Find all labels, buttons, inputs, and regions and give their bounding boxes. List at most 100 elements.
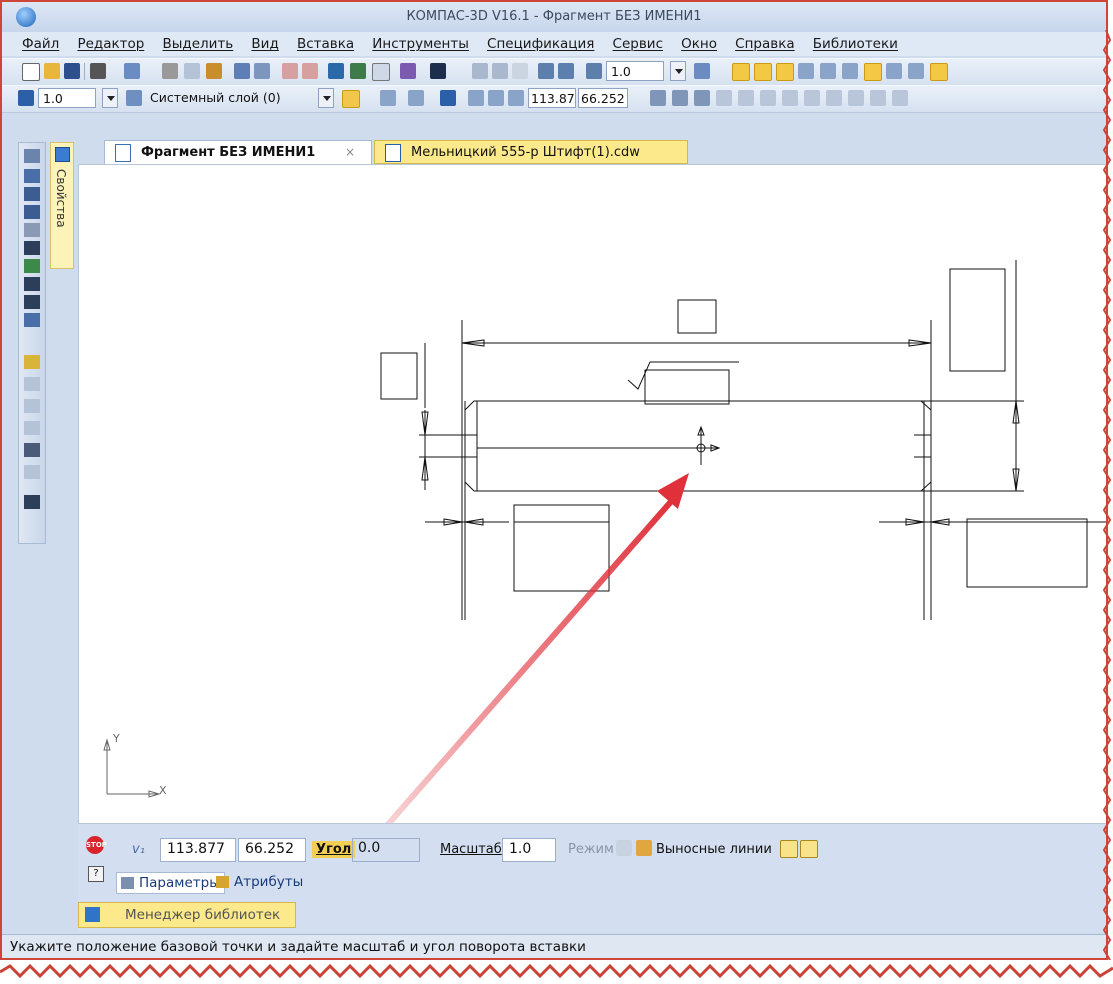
menu-view[interactable]: Вид [251, 32, 278, 52]
parallel-lines-icon[interactable] [782, 90, 798, 106]
menu-service[interactable]: Сервис [613, 32, 663, 52]
vertical-line-icon[interactable] [848, 90, 864, 106]
variables-icon[interactable] [400, 63, 416, 79]
zoom-dropdown-icon[interactable] [670, 61, 686, 81]
spec-tool-icon[interactable] [24, 295, 40, 309]
text-tool-icon[interactable] [24, 241, 40, 255]
format-brush-icon[interactable] [234, 63, 250, 79]
geometry-tool-icon[interactable] [24, 169, 40, 183]
bisector-icon[interactable] [760, 90, 776, 106]
snap-tangent-icon[interactable] [754, 63, 772, 81]
extra-line-icon[interactable] [892, 90, 908, 106]
snap-center-icon[interactable] [908, 63, 924, 79]
cut-icon[interactable] [162, 63, 178, 79]
manager-icon[interactable] [328, 63, 344, 79]
save-icon[interactable] [64, 63, 80, 79]
bind-icon[interactable] [488, 90, 504, 106]
snap-intersection-icon[interactable] [776, 63, 794, 81]
round-icon[interactable] [468, 90, 484, 106]
reflect-line-icon[interactable] [870, 90, 886, 106]
grid-icon[interactable] [408, 90, 424, 106]
tangent-line-icon[interactable] [738, 90, 754, 106]
tab-parameters[interactable]: Параметры [116, 872, 225, 894]
param-x-field[interactable]: 113.877 [160, 838, 236, 862]
height-dimension-icon[interactable] [24, 443, 40, 457]
chamfer-dimension-icon[interactable] [24, 495, 40, 509]
help-cursor-icon[interactable] [430, 63, 446, 79]
parametrization-tool-icon[interactable] [24, 259, 40, 273]
radial-dimension-icon[interactable] [24, 421, 40, 435]
menu-tools[interactable]: Инструменты [372, 32, 469, 52]
layer-dropdown-icon[interactable] [318, 88, 334, 108]
paste-icon[interactable] [206, 63, 222, 79]
measure-tool-icon[interactable] [24, 277, 40, 291]
zoom-out-icon[interactable] [558, 63, 574, 79]
drawing-canvas[interactable]: Y X [78, 164, 1106, 824]
undo-icon[interactable] [282, 63, 298, 79]
refresh-icon[interactable] [694, 63, 710, 79]
menu-file[interactable]: Файл [22, 32, 59, 52]
stop-icon[interactable]: STOP [86, 836, 107, 854]
arc-dimension-icon[interactable] [24, 465, 40, 479]
zoom-dynamic-icon[interactable] [492, 63, 508, 79]
redo-icon[interactable] [302, 63, 318, 79]
edit-tool-icon[interactable] [24, 223, 40, 237]
step-field[interactable]: 1.0 [38, 88, 96, 108]
dimensions-tool-icon[interactable] [24, 187, 40, 201]
snap-grid-icon[interactable] [842, 63, 858, 79]
panel-pin-icon[interactable] [55, 147, 70, 162]
snap-perpendicular-icon[interactable] [886, 63, 902, 79]
ortho-icon[interactable] [380, 90, 396, 106]
tab-drawing[interactable]: Мельницкий 555-р Штифт(1).cdw [374, 140, 688, 164]
snap-extra-icon[interactable] [930, 63, 948, 81]
menu-select[interactable]: Выделить [162, 32, 233, 52]
report-tool-icon[interactable] [24, 313, 40, 327]
preview-icon[interactable] [124, 63, 140, 79]
menu-insert[interactable]: Вставка [297, 32, 354, 52]
tab-attributes[interactable]: Атрибуты [212, 872, 307, 894]
segment-icon[interactable] [694, 90, 710, 106]
library-icon[interactable] [350, 63, 366, 79]
zoom-in-icon[interactable] [538, 63, 554, 79]
zoom-field[interactable]: 1.0 [606, 61, 664, 81]
new-document-icon[interactable] [22, 63, 40, 81]
ext-line-icon-1[interactable] [780, 840, 798, 858]
snap-point-icon[interactable] [732, 63, 750, 81]
snap-angle-icon[interactable] [820, 63, 836, 79]
properties-icon[interactable] [254, 63, 270, 79]
snap-midpoint-icon[interactable] [864, 63, 882, 81]
library-manager-tab[interactable]: Менеджер библиотек [78, 902, 296, 928]
menu-libraries[interactable]: Библиотеки [813, 32, 898, 52]
tab-fragment[interactable]: Фрагмент БЕЗ ИМЕНИ1 × [104, 140, 372, 164]
menu-help[interactable]: Справка [735, 32, 794, 52]
zoom-scale-icon[interactable] [586, 63, 602, 79]
ext-line-icon-2[interactable] [800, 840, 818, 858]
angular-dimension-icon[interactable] [24, 377, 40, 391]
perpendicular-line-icon[interactable] [716, 90, 732, 106]
selection-tool-icon[interactable] [24, 149, 40, 163]
help-icon[interactable]: ? [88, 866, 104, 882]
notation-tool-icon[interactable] [24, 205, 40, 219]
mode-icon-2[interactable] [636, 840, 652, 856]
zoom-window-icon[interactable] [472, 63, 488, 79]
point-icon[interactable] [650, 90, 666, 106]
angled-line-icon[interactable] [826, 90, 842, 106]
menu-specification[interactable]: Спецификация [487, 32, 594, 52]
menu-window[interactable]: Окно [681, 32, 717, 52]
close-icon[interactable]: × [345, 145, 355, 159]
zoom-previous-icon[interactable] [512, 63, 528, 79]
param-y-field[interactable]: 66.252 [238, 838, 306, 862]
auxiliary-line-icon[interactable] [672, 90, 688, 106]
step-dropdown-icon[interactable] [102, 88, 118, 108]
mode-icon-1[interactable] [616, 840, 632, 856]
linear-dimension-icon[interactable] [24, 355, 40, 369]
menu-edit[interactable]: Редактор [77, 32, 144, 52]
cursor-y-field[interactable]: 66.252 [578, 88, 628, 108]
snap-nearest-icon[interactable] [798, 63, 814, 79]
local-cs-icon[interactable] [440, 90, 456, 106]
horizontal-line-icon[interactable] [804, 90, 820, 106]
style-brush-icon[interactable] [342, 90, 360, 108]
scale-field[interactable]: 1.0 [502, 838, 556, 862]
cursor-x-field[interactable]: 113.87 [528, 88, 576, 108]
print-icon[interactable] [90, 63, 106, 79]
